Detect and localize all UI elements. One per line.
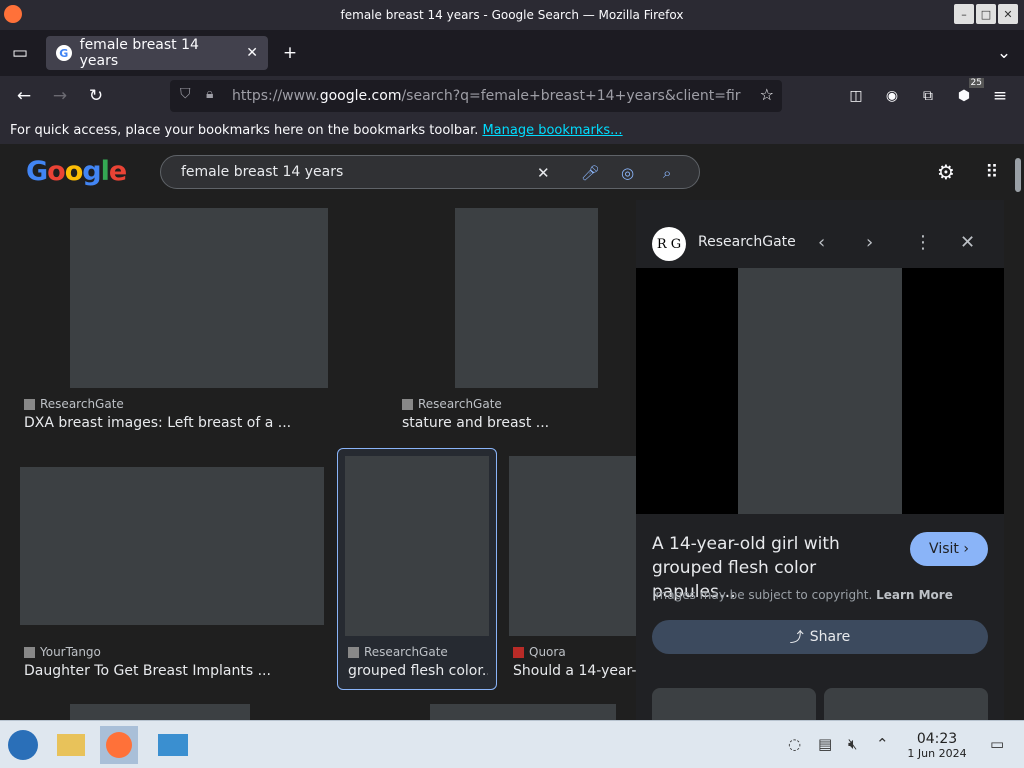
bookmarks-toolbar: For quick access, place your bookmarks h…	[0, 116, 1024, 144]
url-domain: google.com	[319, 88, 402, 104]
account-icon[interactable]: ◉	[880, 84, 904, 108]
tab-google-search[interactable]: G female breast 14 years ✕	[46, 36, 268, 70]
learn-more-link[interactable]: Learn More	[876, 588, 953, 602]
show-desktop-icon[interactable]: ▭	[990, 735, 1004, 753]
tracking-shield-icon[interactable]: ⛉	[180, 86, 191, 102]
extensions-icon[interactable]: ⧉	[916, 84, 940, 108]
google-logo[interactable]: Google	[26, 156, 127, 187]
tab-bar: ▭ G female breast 14 years ✕ + ⌄	[0, 30, 1024, 76]
result-thumbnail-placeholder[interactable]	[455, 208, 598, 388]
firefox-icon	[4, 5, 22, 23]
start-menu-icon[interactable]	[4, 726, 42, 764]
result-source[interactable]: YourTango	[24, 645, 101, 659]
result-thumbnail-placeholder[interactable]	[509, 456, 636, 636]
result-caption[interactable]: Daughter To Get Breast Implants ...	[24, 663, 324, 679]
lens-search-icon[interactable]: ◎	[621, 164, 634, 182]
network-icon[interactable]: ◌	[788, 735, 801, 753]
voice-search-icon[interactable]: 🎤︎	[581, 164, 600, 182]
share-button[interactable]: ⤴ Share	[652, 620, 988, 654]
preview-image-area	[636, 268, 1004, 514]
window-title: female breast 14 years - Google Search —…	[340, 8, 684, 22]
google-header: Google female breast 14 years ✕ 🎤︎ ◎ ⌕ ⚙…	[0, 144, 1012, 200]
close-window-button[interactable]: ✕	[998, 4, 1018, 24]
tab-title: female breast 14 years	[79, 37, 199, 69]
manage-bookmarks-link[interactable]: Manage bookmarks...	[482, 123, 622, 138]
clock-time: 04:23	[916, 731, 958, 747]
clipboard-icon[interactable]: ▤	[818, 735, 832, 753]
settings-gear-icon[interactable]: ⚙	[934, 160, 958, 184]
result-source[interactable]: Quora	[513, 645, 566, 659]
next-image-icon[interactable]: ›	[866, 232, 873, 253]
panel-source-name[interactable]: ResearchGate	[698, 234, 796, 250]
google-favicon: G	[56, 45, 72, 61]
reload-button[interactable]: ↻	[84, 84, 108, 108]
clock[interactable]: 04:23 1 Jun 2024	[898, 731, 976, 760]
bookmarks-hint: For quick access, place your bookmarks h…	[10, 122, 479, 138]
image-results-grid: ResearchGate DXA breast images: Left bre…	[0, 200, 636, 720]
page-scrollbar[interactable]	[1012, 144, 1024, 720]
tab-overview-icon[interactable]: ▭	[8, 41, 32, 65]
researchgate-logo: R G	[652, 227, 686, 261]
preview-image-placeholder[interactable]	[738, 268, 902, 514]
close-tab-icon[interactable]: ✕	[246, 45, 258, 61]
pocket-icon[interactable]: ◫	[844, 84, 868, 108]
ublock-icon[interactable]: ⬢ 25	[952, 78, 984, 108]
list-tabs-icon[interactable]: ⌄	[992, 41, 1016, 65]
new-tab-button[interactable]: +	[278, 41, 302, 65]
result-caption[interactable]: grouped flesh color...	[348, 663, 488, 679]
firefox-taskbar-icon[interactable]	[100, 726, 138, 764]
title-bar: female breast 14 years - Google Search —…	[0, 0, 1024, 30]
tray-expand-icon[interactable]: ⌃	[876, 735, 889, 753]
search-query: female breast 14 years	[181, 164, 344, 180]
share-icon: ⤴	[789, 630, 804, 646]
lock-icon[interactable]: 🔒︎	[206, 86, 213, 102]
result-source[interactable]: ResearchGate	[24, 397, 124, 411]
result-thumbnail-placeholder[interactable]	[345, 456, 489, 636]
previous-image-icon[interactable]: ‹	[818, 232, 825, 253]
maximize-button[interactable]: □	[976, 4, 996, 24]
forward-button[interactable]: →	[48, 84, 72, 108]
result-thumbnail-placeholder[interactable]	[430, 704, 616, 720]
related-image-placeholder[interactable]	[652, 688, 816, 720]
back-button[interactable]: ←	[12, 84, 36, 108]
minimize-button[interactable]: –	[954, 4, 974, 24]
result-thumbnail-placeholder[interactable]	[20, 467, 324, 625]
result-thumbnail-placeholder[interactable]	[70, 704, 250, 720]
clear-search-icon[interactable]: ✕	[537, 164, 550, 182]
close-panel-icon[interactable]: ✕	[960, 232, 975, 253]
file-manager-icon[interactable]	[52, 726, 90, 764]
bookmark-star-icon[interactable]: ☆	[760, 85, 774, 104]
copyright-notice: Images may be subject to copyright. Lear…	[652, 588, 953, 602]
url-prefix: https://www.	[232, 88, 320, 104]
more-options-icon[interactable]: ⋮	[914, 232, 932, 253]
navigation-toolbar: ← → ↻ ⛉ 🔒︎ https://www. google.com/search…	[0, 76, 1024, 116]
clock-date: 1 Jun 2024	[907, 747, 967, 760]
search-input[interactable]: female breast 14 years ✕ 🎤︎ ◎ ⌕	[160, 155, 700, 189]
result-caption[interactable]: Should a 14-year-o	[513, 663, 636, 679]
menu-icon[interactable]: ≡	[988, 84, 1012, 108]
volume-muted-icon[interactable]: 🔇︎	[848, 735, 857, 753]
search-icon[interactable]: ⌕	[663, 164, 671, 182]
url-path: /search?q=female+breast+14+years&client=…	[401, 88, 741, 104]
visit-button[interactable]: Visit ›	[910, 532, 988, 566]
result-thumbnail-placeholder[interactable]	[70, 208, 328, 388]
result-caption[interactable]: stature and breast ...	[402, 415, 632, 431]
system-settings-icon[interactable]	[154, 726, 192, 764]
extensions-badge: 25	[968, 78, 984, 88]
image-preview-panel: R G ResearchGate ‹ › ⋮ ✕ A 14-year-old g…	[636, 200, 1004, 720]
result-source[interactable]: ResearchGate	[402, 397, 502, 411]
result-caption[interactable]: DXA breast images: Left breast of a ...	[24, 415, 344, 431]
result-source[interactable]: ResearchGate	[348, 645, 448, 659]
taskbar: ◌ ▤ 🔇︎ ⌃ 04:23 1 Jun 2024 ▭	[0, 720, 1024, 768]
url-bar[interactable]: ⛉ 🔒︎ https://www. google.com/search?q=fem…	[170, 80, 782, 112]
related-image-placeholder[interactable]	[824, 688, 988, 720]
apps-grid-icon[interactable]: ⠿	[980, 160, 1004, 184]
